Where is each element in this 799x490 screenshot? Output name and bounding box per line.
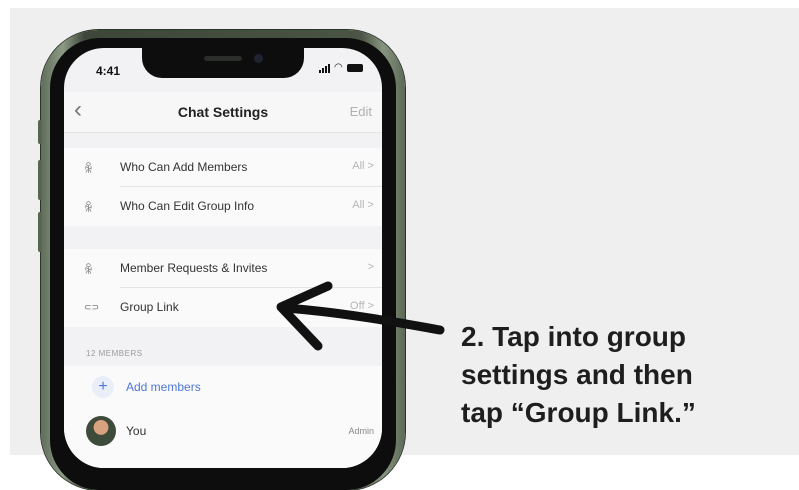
caption-line-1: 2. Tap into group	[461, 321, 687, 352]
caption-line-2: settings and then	[461, 359, 693, 390]
caption-line-3: tap “Group Link.”	[461, 397, 696, 428]
instruction-caption: 2. Tap into group settings and then tap …	[461, 318, 781, 432]
